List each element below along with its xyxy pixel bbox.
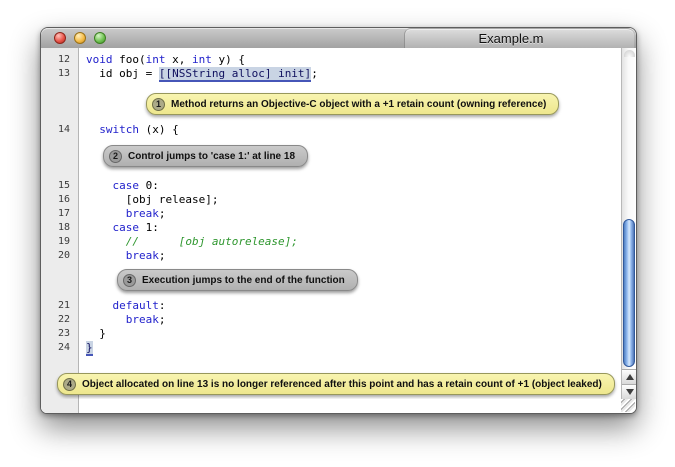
- code-text: case 1:: [79, 221, 159, 235]
- scrollbar-thumb[interactable]: [623, 219, 635, 367]
- code-flow: 1112void foo(int x, int y) {13 id obj = …: [41, 48, 621, 399]
- scroll-down-button[interactable]: [622, 384, 636, 399]
- line-number: 18: [41, 221, 79, 235]
- code-line: 22 break;: [41, 313, 621, 327]
- bubble-text: Method returns an Objective-C object wit…: [171, 99, 546, 110]
- code-line: 15 case 0:: [41, 179, 621, 193]
- title-bar[interactable]: Example.m: [41, 28, 636, 49]
- bubble-number-badge: 1: [152, 98, 165, 111]
- bubble-text: Execution jumps to the end of the functi…: [142, 275, 345, 286]
- line-number: 17: [41, 207, 79, 221]
- code-text: // [obj autorelease];: [79, 235, 298, 249]
- line-number: 20: [41, 249, 79, 263]
- code-text: break;: [79, 249, 166, 263]
- editor-content[interactable]: 1112void foo(int x, int y) {13 id obj = …: [41, 48, 636, 413]
- line-number: 23: [41, 327, 79, 341]
- code-text: }: [79, 327, 106, 341]
- code-text: break;: [79, 313, 166, 327]
- line-number: 13: [41, 67, 79, 81]
- code-text: case 0:: [79, 179, 159, 193]
- line-number: 24: [41, 341, 79, 355]
- bubble-text: Object allocated on line 13 is no longer…: [82, 379, 602, 390]
- code-line: 16 [obj release];: [41, 193, 621, 207]
- code-text: void foo(int x, int y) {: [79, 53, 245, 67]
- resize-grip-icon[interactable]: [621, 399, 635, 412]
- code-line: 19 // [obj autorelease];: [41, 235, 621, 249]
- code-text: }: [79, 341, 93, 355]
- code-text: [obj release];: [79, 193, 218, 207]
- line-number: 21: [41, 299, 79, 313]
- close-button-icon[interactable]: [54, 32, 66, 44]
- bubble-text: Control jumps to 'case 1:' at line 18: [128, 151, 295, 162]
- arrow-down-icon: [626, 389, 634, 395]
- code-line: 13 id obj = [[NSString alloc] init];: [41, 67, 621, 81]
- code-line: 21 default:: [41, 299, 621, 313]
- analyzer-bubble-2: 2 Control jumps to 'case 1:' at line 18: [103, 145, 308, 167]
- code-line: 24}: [41, 341, 621, 355]
- code-text: id obj = [[NSString alloc] init];: [79, 67, 318, 81]
- code-line: 12void foo(int x, int y) {: [41, 53, 621, 67]
- scrollbar-track-cap: [624, 50, 635, 57]
- line-number: 19: [41, 235, 79, 249]
- vertical-scrollbar[interactable]: [621, 48, 636, 399]
- minimize-button-icon[interactable]: [74, 32, 86, 44]
- bubble-number-badge: 2: [109, 150, 122, 163]
- document-window: Example.m 1112void foo(int x, int y) {13…: [40, 27, 637, 414]
- code-line: 14 switch (x) {: [41, 123, 621, 137]
- line-number: 12: [41, 53, 79, 67]
- code-line: 23 }: [41, 327, 621, 341]
- bubble-number-badge: 3: [123, 274, 136, 287]
- code-text: switch (x) {: [79, 123, 179, 137]
- code-line: 20 break;: [41, 249, 621, 263]
- window-title: Example.m: [446, 31, 576, 46]
- code-line: 18 case 1:: [41, 221, 621, 235]
- line-number: 16: [41, 193, 79, 207]
- analyzer-bubble-4: 4 Object allocated on line 13 is no longe…: [57, 373, 615, 395]
- line-number: 14: [41, 123, 79, 137]
- analyzer-bubble-1: 1 Method returns an Objective-C object wi…: [146, 93, 559, 115]
- code-text: break;: [79, 207, 166, 221]
- code-text: default:: [79, 299, 165, 313]
- line-number: 22: [41, 313, 79, 327]
- line-number: 15: [41, 179, 79, 193]
- code-line: 17 break;: [41, 207, 621, 221]
- analyzer-bubble-3: 3 Execution jumps to the end of the funct…: [117, 269, 358, 291]
- arrow-up-icon: [626, 374, 634, 380]
- bubble-number-badge: 4: [63, 378, 76, 391]
- zoom-button-icon[interactable]: [94, 32, 106, 44]
- scroll-up-button[interactable]: [622, 369, 636, 384]
